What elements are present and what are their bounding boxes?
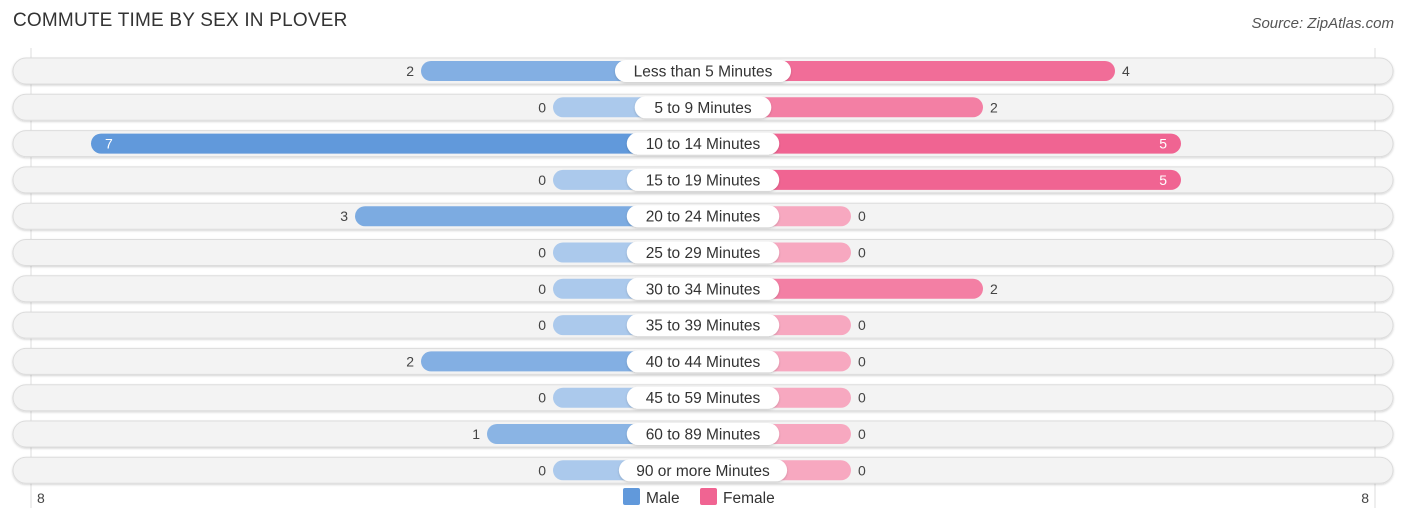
category-label: 20 to 24 Minutes	[646, 209, 761, 226]
category-label: 25 to 29 Minutes	[646, 245, 761, 262]
female-value-label: 2	[990, 99, 998, 115]
male-value-label: 0	[538, 281, 546, 297]
chart-canvas: Less than 5 Minutes 2 4 5 to 9 Minutes 0 2 10 …	[12, 48, 1394, 508]
category-label: 60 to 89 Minutes	[646, 427, 761, 444]
category-label: 30 to 34 Minutes	[646, 281, 761, 298]
male-value-label: 0	[538, 390, 546, 406]
category-label: 5 to 9 Minutes	[654, 100, 752, 117]
male-value-label: 0	[538, 317, 546, 333]
male-value-label: 3	[340, 208, 348, 224]
male-value-label: 0	[538, 245, 546, 261]
female-value-label: 0	[858, 353, 866, 369]
female-value-label: 0	[858, 208, 866, 224]
axis-label-left: 8	[37, 490, 45, 506]
female-value-label: 0	[858, 390, 866, 406]
category-label: Less than 5 Minutes	[634, 64, 773, 81]
male-value-label: 2	[406, 353, 414, 369]
male-value-label: 7	[105, 136, 113, 152]
female-value-label: 5	[1159, 172, 1167, 188]
legend-label-female: Female	[723, 490, 775, 507]
male-value-label: 0	[538, 462, 546, 478]
legend-swatch-female	[700, 488, 717, 505]
female-value-label: 2	[990, 281, 998, 297]
legend-swatch-male	[623, 488, 640, 505]
category-label: 90 or more Minutes	[636, 463, 770, 480]
category-label: 40 to 44 Minutes	[646, 354, 761, 371]
category-label: 10 to 14 Minutes	[646, 136, 761, 153]
female-value-label: 0	[858, 462, 866, 478]
male-value-label: 2	[406, 63, 414, 79]
category-label: 15 to 19 Minutes	[646, 172, 761, 189]
legend-label-male: Male	[646, 490, 680, 507]
axis-label-right: 8	[1361, 490, 1369, 506]
female-value-label: 0	[858, 245, 866, 261]
female-value-label: 4	[1122, 63, 1130, 79]
male-value-label: 1	[472, 426, 480, 442]
female-value-label: 5	[1159, 136, 1167, 152]
male-value-label: 0	[538, 99, 546, 115]
male-bar	[91, 133, 703, 154]
category-label: 45 to 59 Minutes	[646, 390, 761, 407]
female-value-label: 0	[858, 317, 866, 333]
category-label: 35 to 39 Minutes	[646, 318, 761, 335]
male-value-label: 0	[538, 172, 546, 188]
female-value-label: 0	[858, 426, 866, 442]
